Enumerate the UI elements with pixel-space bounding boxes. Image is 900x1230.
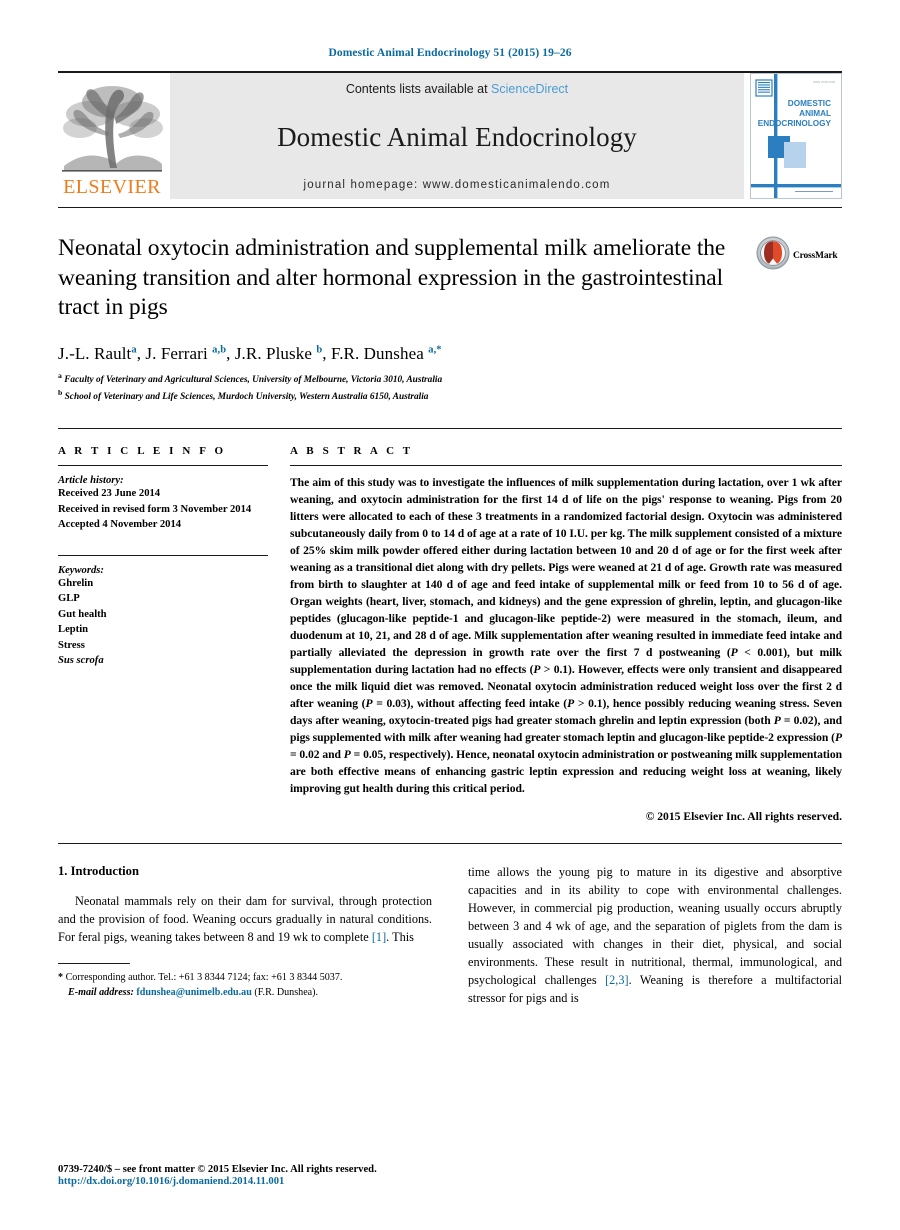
keywords-rule: [58, 554, 268, 556]
masthead-center-panel: Contents lists available at ScienceDirec…: [170, 73, 744, 199]
svg-text:ENDOCRINOLOGY: ENDOCRINOLOGY: [758, 119, 832, 128]
keyword-item: GLP: [58, 593, 80, 605]
footnote-separator: [58, 962, 130, 964]
affiliation-a: a Faculty of Veterinary and Agricultural…: [58, 370, 742, 387]
elsevier-tree-icon: [60, 80, 164, 176]
crossmark-badge[interactable]: CrossMark: [756, 234, 842, 275]
abstract-rule: [290, 465, 842, 467]
affiliation-marker-b: b: [58, 388, 63, 398]
article-history-accepted: Accepted 4 November 2014: [58, 519, 182, 531]
elsevier-wordmark: ELSEVIER: [63, 176, 161, 198]
doi-link[interactable]: http://dx.doi.org/10.1016/j.domaniend.20…: [58, 1176, 478, 1187]
affiliation-a-text: Faculty of Veterinary and Agricultural S…: [64, 374, 443, 385]
contents-prefix: Contents lists available at: [345, 82, 492, 96]
footnote-email-link[interactable]: fdunshea@unimelb.edu.au: [136, 987, 251, 998]
article-history-revised: Received in revised form 3 November 2014: [58, 503, 252, 515]
title-block: Neonatal oxytocin administration and sup…: [58, 208, 842, 404]
keyword-item: Stress: [58, 639, 85, 651]
crossmark-label: CrossMark: [793, 250, 838, 261]
article-info-heading: A R T I C L E I N F O: [58, 445, 227, 458]
journal-cover-thumbnail[interactable]: DOMESTIC ANIMAL ENDOCRINOLOGY ISSN 0739-…: [750, 73, 842, 199]
article-info-column: A R T I C L E I N F O Article history: R…: [58, 445, 290, 823]
elsevier-logo: ELSEVIER: [58, 73, 166, 199]
journal-article-page: Domestic Animal Endocrinology 51 (2015) …: [0, 0, 900, 1230]
intro-paragraph-right: time allows the young pig to mature in i…: [468, 865, 842, 1005]
footnote-star: *: [58, 971, 64, 983]
keyword-item: Ghrelin: [58, 577, 94, 589]
issn-front-matter: 0739-7240/$ – see front matter © 2015 El…: [58, 1164, 377, 1175]
intro-paragraph-left: Neonatal mammals rely on their dam for s…: [58, 894, 432, 944]
keywords-list: Ghrelin GLP Gut health Leptin Stress Sus…: [58, 576, 268, 669]
journal-masthead: ELSEVIER Contents lists available at Sci…: [58, 71, 842, 199]
affiliation-b-text: School of Veterinary and Life Sciences, …: [64, 392, 429, 403]
affiliation-b: b School of Veterinary and Life Sciences…: [58, 387, 742, 404]
article-info-rule: [58, 465, 268, 467]
abstract-heading: A B S T R A C T: [290, 445, 414, 458]
authors-text: J.-L. Raulta, J. Ferrari a,b, J.R. Plusk…: [58, 343, 442, 363]
footnote-corresponding-text: Corresponding author. Tel.: +61 3 8344 7…: [65, 971, 343, 983]
article-history-label: Article history:: [58, 475, 124, 487]
journal-homepage[interactable]: journal homepage: www.domesticanimalendo…: [304, 179, 611, 191]
running-head: Domestic Animal Endocrinology 51 (2015) …: [328, 47, 572, 59]
page-footer: 0739-7240/$ – see front matter © 2015 El…: [58, 1164, 478, 1187]
corresponding-author-footnote: * Corresponding author. Tel.: +61 3 8344…: [58, 970, 432, 1000]
page-title: Neonatal oxytocin administration and sup…: [58, 235, 726, 321]
svg-text:ISSN 0739-7240: ISSN 0739-7240: [813, 80, 836, 84]
svg-text:ANIMAL: ANIMAL: [799, 109, 831, 118]
svg-text:DOMESTIC: DOMESTIC: [788, 99, 831, 108]
author-list: J.-L. Raulta, J. Ferrari a,b, J.R. Plusk…: [58, 344, 742, 364]
affiliations: a Faculty of Veterinary and Agricultural…: [58, 370, 742, 405]
keyword-item: Leptin: [58, 624, 89, 636]
article-history-received: Received 23 June 2014: [58, 488, 161, 500]
affiliation-marker-a: a: [58, 370, 62, 380]
keywords-label: Keywords:: [58, 564, 104, 576]
footnote-email-label: E-mail address:: [68, 987, 134, 999]
keyword-item: Gut health: [58, 608, 107, 620]
cover-artwork-icon: DOMESTIC ANIMAL ENDOCRINOLOGY ISSN 0739-…: [751, 74, 841, 198]
footnote-email-owner: (F.R. Dunshea).: [254, 987, 319, 999]
keyword-item: Sus scrofa: [58, 655, 104, 667]
abstract-text: The aim of this study was to investigate…: [290, 476, 842, 796]
abstract-copyright: © 2015 Elsevier Inc. All rights reserved…: [645, 810, 842, 824]
body-columns: 1. Introduction Neonatal mammals rely on…: [58, 844, 842, 1008]
contents-available-line: Contents lists available at ScienceDirec…: [346, 82, 568, 96]
body-column-right: time allows the young pig to mature in i…: [456, 864, 842, 1008]
sciencedirect-link[interactable]: ScienceDirect: [491, 82, 568, 96]
journal-title: Domestic Animal Endocrinology: [277, 122, 637, 152]
abstract-column: A B S T R A C T The aim of this study wa…: [290, 445, 842, 823]
body-column-left: 1. Introduction Neonatal mammals rely on…: [58, 864, 456, 1008]
info-abstract-row: A R T I C L E I N F O Article history: R…: [58, 429, 842, 823]
crossmark-icon: [756, 236, 790, 275]
section-heading-introduction: 1. Introduction: [58, 864, 139, 879]
